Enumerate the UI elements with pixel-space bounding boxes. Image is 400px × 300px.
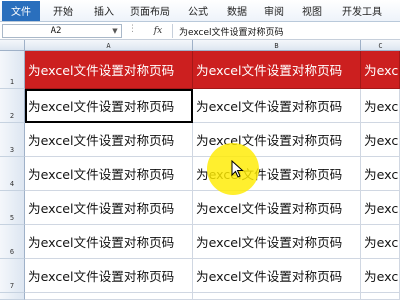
row-header-7[interactable]: 7 [0,259,25,293]
cell-c4[interactable]: 为excel文件设置对称页码 [361,157,400,191]
row-header-3[interactable]: 3 [0,123,25,157]
cell-a4[interactable]: 为excel文件设置对称页码 [25,157,193,191]
column-header-a[interactable]: A [25,40,193,51]
cell-c5[interactable]: 为excel文件设置对称页码 [361,191,400,225]
cell-a7[interactable]: 为excel文件设置对称页码 [25,259,193,293]
formula-bar: A2 ▼ ⋮ fx 为excel文件设置对称页码 [0,22,400,40]
tab-data[interactable]: 数据 [218,1,256,21]
ribbon-tab-bar: 文件 开始 插入 页面布局 公式 数据 审阅 视图 开发工具 [0,0,400,22]
row-header-2[interactable]: 2 [0,89,25,123]
mouse-pointer-icon [231,160,244,178]
row-header-6[interactable]: 6 [0,225,25,259]
formula-input[interactable]: 为excel文件设置对称页码 [172,24,400,38]
row-header-1[interactable]: 1 [0,51,25,89]
tab-review[interactable]: 审阅 [256,1,292,21]
cell-c3[interactable]: 为excel文件设置对称页码 [361,123,400,157]
tab-developer[interactable]: 开发工具 [332,1,392,21]
tab-home[interactable]: 开始 [40,1,86,21]
insert-function-button[interactable]: fx [148,24,168,38]
select-all-corner[interactable] [0,40,25,51]
row-header-8[interactable] [0,293,25,300]
cell-a5[interactable]: 为excel文件设置对称页码 [25,191,193,225]
cell-b6[interactable]: 为excel文件设置对称页码 [193,225,361,259]
column-header-b[interactable]: B [193,40,361,51]
formula-bar-resize-handle[interactable]: ⋮ [128,24,137,34]
cell-a2[interactable]: 为excel文件设置对称页码 [25,89,193,123]
name-box[interactable]: A2 ▼ [2,24,122,38]
cell-b7[interactable]: 为excel文件设置对称页码 [193,259,361,293]
column-header-c[interactable]: C [361,40,400,51]
tab-formulas[interactable]: 公式 [178,1,218,21]
name-box-value: A2 [50,26,62,36]
cell-c1[interactable]: 为excel文件设置对称页码 [361,51,400,89]
row-header-5[interactable]: 5 [0,191,25,225]
cell-c6[interactable]: 为excel文件设置对称页码 [361,225,400,259]
tab-view[interactable]: 视图 [292,1,332,21]
cell-a3[interactable]: 为excel文件设置对称页码 [25,123,193,157]
cell-b5[interactable]: 为excel文件设置对称页码 [193,191,361,225]
column-header-row: A B C [0,40,400,51]
cell-c7[interactable]: 为excel文件设置对称页码 [361,259,400,293]
cell-a8[interactable] [25,293,193,300]
tab-page-layout[interactable]: 页面布局 [122,1,178,21]
cell-c2[interactable]: 为excel文件设置对称页码 [361,89,400,123]
cell-b2[interactable]: 为excel文件设置对称页码 [193,89,361,123]
cell-a1[interactable]: 为excel文件设置对称页码 [25,51,193,89]
cell-b1[interactable]: 为excel文件设置对称页码 [193,51,361,89]
cell-a6[interactable]: 为excel文件设置对称页码 [25,225,193,259]
tab-file[interactable]: 文件 [2,0,40,21]
chevron-down-icon[interactable]: ▼ [109,27,121,35]
cell-c8[interactable] [361,293,400,300]
row-header-4[interactable]: 4 [0,157,25,191]
cell-b8[interactable] [193,293,361,300]
tab-insert[interactable]: 插入 [86,1,122,21]
